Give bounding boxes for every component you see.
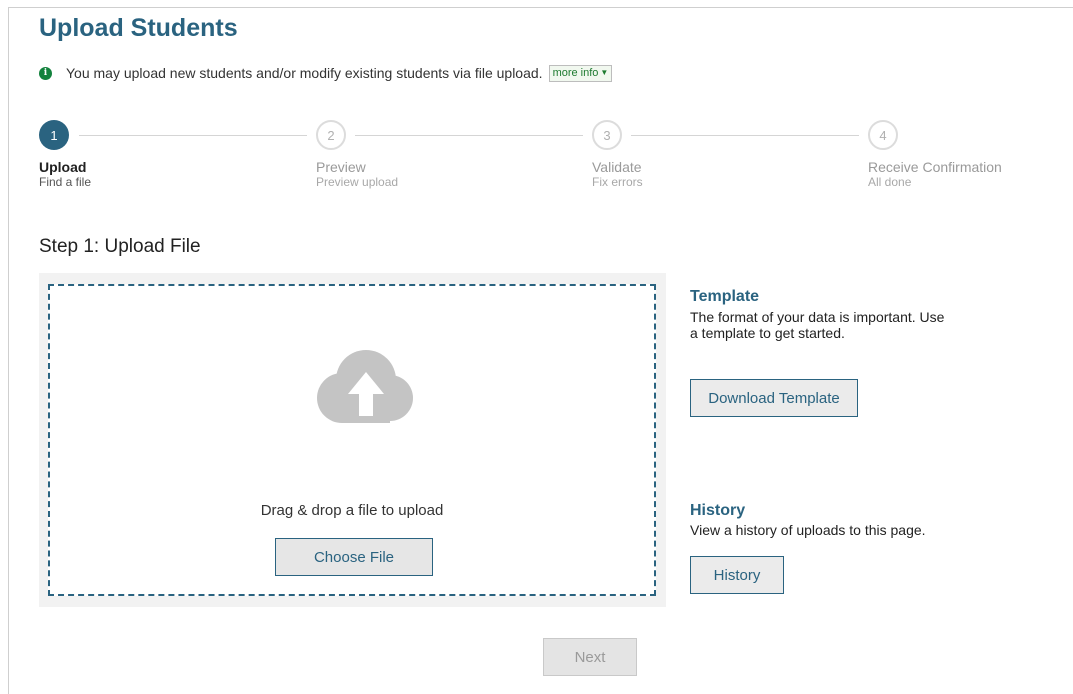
info-icon: i bbox=[39, 66, 52, 80]
step-number: 1 bbox=[39, 120, 69, 150]
step-title: Validate bbox=[592, 159, 642, 175]
step-subtitle: Fix errors bbox=[592, 175, 643, 189]
step-subtitle: All done bbox=[868, 175, 912, 189]
step-heading: Step 1: Upload File bbox=[39, 236, 201, 257]
step-validate: 3 Validate Fix errors bbox=[592, 120, 643, 189]
step-number: 4 bbox=[868, 120, 898, 150]
info-text: You may upload new students and/or modif… bbox=[66, 65, 543, 81]
frame-top-border bbox=[8, 7, 1073, 8]
more-info-button[interactable]: more info ▼ bbox=[548, 64, 613, 82]
file-drop-zone[interactable]: Drag & drop a file to upload Choose File bbox=[48, 284, 656, 596]
frame-left-border bbox=[8, 7, 9, 694]
drop-instructions: Drag & drop a file to upload bbox=[260, 502, 444, 519]
download-template-button[interactable]: Download Template bbox=[690, 379, 858, 417]
step-connector bbox=[79, 135, 307, 136]
step-preview: 2 Preview Preview upload bbox=[316, 120, 398, 189]
template-description: The format of your data is important. Us… bbox=[690, 309, 945, 341]
more-info-label: more info bbox=[552, 66, 599, 79]
choose-file-button[interactable]: Choose File bbox=[275, 538, 433, 576]
step-subtitle: Preview upload bbox=[316, 175, 399, 189]
page-title: Upload Students bbox=[39, 14, 238, 42]
step-title: Receive Confirmation bbox=[868, 159, 1002, 175]
cloud-upload-icon bbox=[317, 350, 413, 423]
step-subtitle: Find a file bbox=[39, 175, 92, 189]
step-title: Upload bbox=[39, 159, 87, 175]
step-connector bbox=[631, 135, 859, 136]
upload-panel: Drag & drop a file to upload Choose File bbox=[39, 273, 666, 607]
step-number: 3 bbox=[592, 120, 622, 150]
history-description: View a history of uploads to this page. bbox=[690, 522, 926, 538]
step-number: 2 bbox=[316, 120, 346, 150]
history-button[interactable]: History bbox=[690, 556, 784, 594]
step-upload: 1 Upload Find a file bbox=[39, 120, 91, 189]
next-button[interactable]: Next bbox=[543, 638, 637, 676]
chevron-down-icon: ▼ bbox=[600, 68, 609, 77]
history-heading: History bbox=[690, 502, 746, 519]
step-confirmation: 4 Receive Confirmation All done bbox=[868, 120, 1002, 189]
info-banner: i You may upload new students and/or mod… bbox=[39, 62, 613, 84]
step-title: Preview bbox=[316, 159, 366, 175]
upload-stepper: 1 Upload Find a file 2 Preview Preview u… bbox=[39, 120, 1039, 200]
template-heading: Template bbox=[690, 288, 760, 305]
